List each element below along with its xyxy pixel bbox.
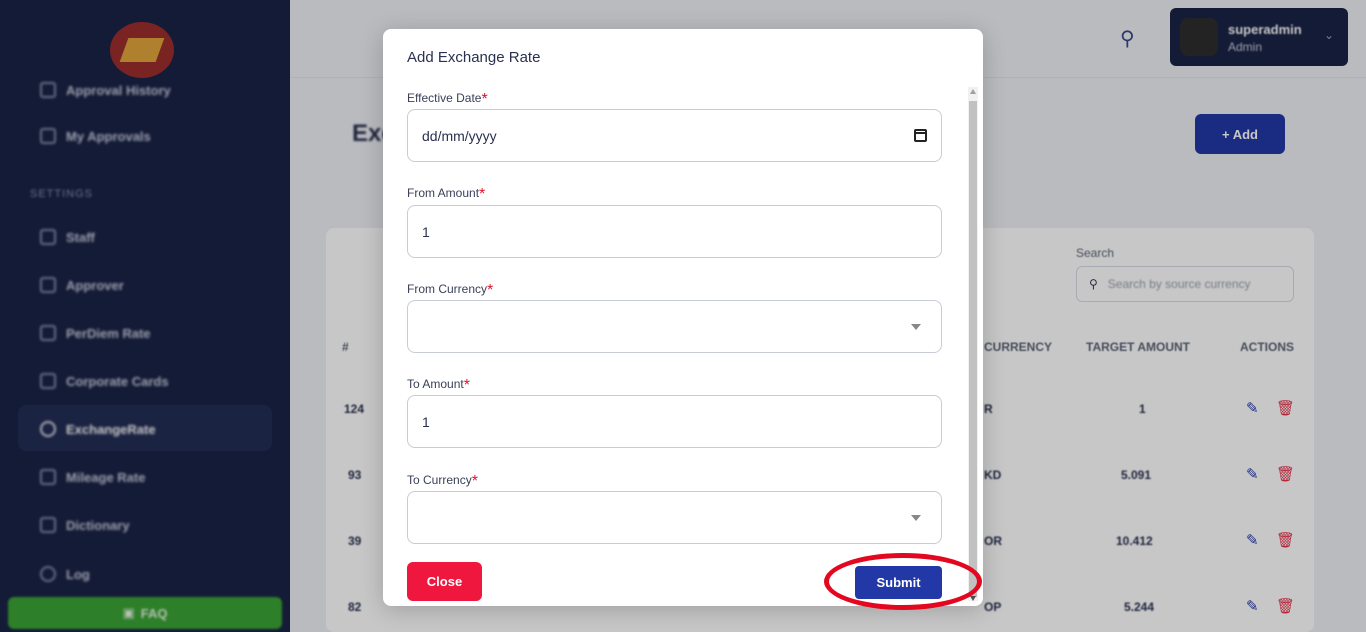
- caret-down-icon: [911, 515, 921, 521]
- to-amount-field[interactable]: 1: [407, 395, 942, 448]
- submit-button[interactable]: Submit: [855, 566, 942, 599]
- close-button[interactable]: Close: [407, 562, 482, 601]
- calendar-icon[interactable]: [914, 129, 927, 142]
- from-amount-field[interactable]: 1: [407, 205, 942, 258]
- from-amount-label: From Amount*: [407, 184, 486, 203]
- effective-date-value: dd/mm/yyyy: [422, 127, 497, 144]
- required-mark: *: [463, 377, 470, 394]
- label-text: From Amount: [407, 186, 480, 200]
- label-text: Effective Date: [407, 91, 482, 105]
- to-amount-label: To Amount*: [407, 375, 470, 394]
- label-text: To Currency: [407, 473, 472, 487]
- effective-date-field[interactable]: dd/mm/yyyy: [407, 109, 942, 162]
- modal-title: Add Exchange Rate: [407, 49, 541, 66]
- scroll-up-icon[interactable]: [970, 89, 976, 94]
- to-currency-select[interactable]: [407, 491, 942, 544]
- required-mark: *: [481, 91, 488, 108]
- modal-scrollbar[interactable]: [968, 87, 978, 601]
- caret-down-icon: [911, 324, 921, 330]
- label-text: From Currency: [407, 282, 488, 296]
- label-text: To Amount: [407, 377, 464, 391]
- required-mark: *: [487, 282, 494, 299]
- scroll-down-icon[interactable]: [970, 596, 976, 601]
- effective-date-label: Effective Date*: [407, 89, 488, 108]
- from-amount-value: 1: [422, 223, 430, 240]
- from-currency-label: From Currency*: [407, 280, 494, 299]
- to-currency-label: To Currency*: [407, 471, 478, 490]
- required-mark: *: [471, 473, 478, 490]
- add-exchange-rate-modal: Add Exchange Rate Effective Date* dd/mm/…: [383, 29, 983, 606]
- from-currency-select[interactable]: [407, 300, 942, 353]
- scrollbar-thumb[interactable]: [969, 101, 977, 597]
- required-mark: *: [479, 186, 486, 203]
- to-amount-value: 1: [422, 413, 430, 430]
